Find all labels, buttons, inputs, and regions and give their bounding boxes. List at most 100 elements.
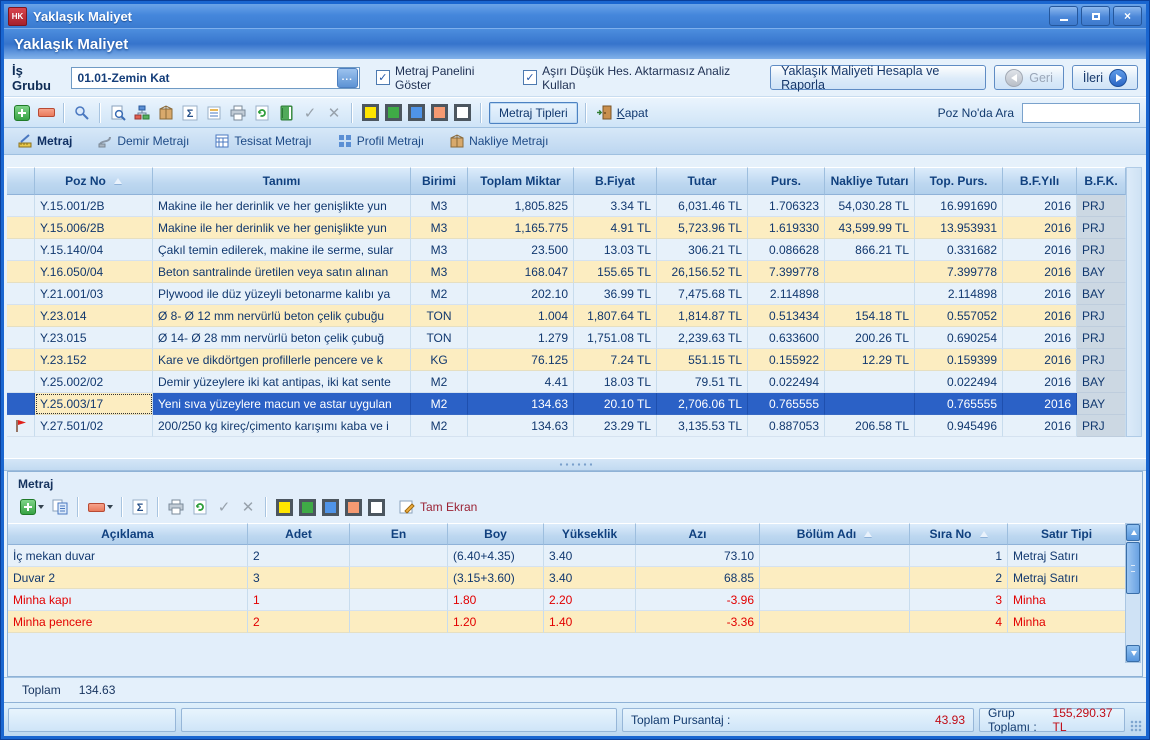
row-selector-cell[interactable] [7,349,35,371]
grid-cell[interactable]: Makine ile her derinlik ve her genişlikt… [153,195,411,217]
grid-cell[interactable]: PRJ [1077,239,1126,261]
grid-cell[interactable]: PRJ [1077,305,1126,327]
grid-cell[interactable]: 1.279 [468,327,574,349]
grid-cell[interactable]: M3 [411,239,468,261]
grid-cell[interactable] [825,371,915,393]
grid-cell[interactable]: 154.18 TL [825,305,915,327]
grid-cell[interactable]: 2016 [1003,415,1077,437]
grid-header-cell[interactable]: Tutar [657,167,748,195]
tab-tesisat-metraji[interactable]: Tesisat Metrajı [215,134,311,148]
grid-cell[interactable]: 1,751.08 TL [574,327,657,349]
grid-cell[interactable]: 7.24 TL [574,349,657,371]
grid-cell[interactable]: 0.765555 [915,393,1003,415]
grid-header-cell[interactable]: Yükseklik [544,523,636,545]
grid-cell[interactable]: Y.23.014 [35,305,153,327]
grid-cell[interactable]: PRJ [1077,349,1126,371]
grid-cell[interactable]: 1,807.64 TL [574,305,657,327]
grid-cell[interactable]: -3.36 [636,611,760,633]
tab-profil-metraji[interactable]: Profil Metrajı [338,134,424,148]
notebook-button[interactable] [274,101,298,125]
hesapla-raporla-button[interactable]: Yaklaşık Maliyeti Hesapla ve Raporla [770,65,986,90]
grid-cell[interactable]: 1.619330 [748,217,825,239]
grid-cell[interactable]: 0.690254 [915,327,1003,349]
grid-cell[interactable]: 6,031.46 TL [657,195,748,217]
grid-cell[interactable]: Kare ve dikdörtgen profillerle pencere v… [153,349,411,371]
grid-cell[interactable]: Beton santralinde üretilen veya satın al… [153,261,411,283]
grid-cell[interactable]: PRJ [1077,217,1126,239]
grid-cell[interactable]: 2 [910,567,1008,589]
grid-header-cell[interactable]: Adet [248,523,350,545]
grid-cell[interactable]: 3.40 [544,567,636,589]
grid-header-cell[interactable]: B.Fiyat [574,167,657,195]
asiri-dusuk-checkbox[interactable]: ✓ Aşırı Düşük Hes. Aktarmasız Analiz Kul… [523,64,754,92]
poz-no-search-input[interactable] [1022,103,1140,123]
grid-cell[interactable] [350,567,448,589]
grid-header-cell[interactable]: Sıra No [910,523,1008,545]
grid-cell[interactable]: 551.15 TL [657,349,748,371]
grid-cell[interactable]: 0.159399 [915,349,1003,371]
grid-cell[interactable]: KG [411,349,468,371]
grid-cell[interactable]: BAY [1077,261,1126,283]
grid-cell[interactable]: Y.15.006/2B [35,217,153,239]
grid-header-cell[interactable]: B.F.K. [1077,167,1126,195]
table-row[interactable]: Y.21.001/03Plywood ile düz yüzeyli beton… [7,283,1126,305]
main-grid-scrollbar[interactable] [1126,167,1142,437]
grid-cell[interactable] [760,611,910,633]
grid-cell[interactable]: 200/250 kg kireç/çimento karışımı kaba v… [153,415,411,437]
grid-cell[interactable]: 5,723.96 TL [657,217,748,239]
row-selector-cell[interactable] [7,393,35,415]
metraj-tipleri-button[interactable]: Metraj Tipleri [489,102,578,124]
grid-cell[interactable]: (3.15+3.60) [448,567,544,589]
grid-cell[interactable]: 168.047 [468,261,574,283]
grid-cell[interactable]: 20.10 TL [574,393,657,415]
tab-nakliye-metraji[interactable]: Nakliye Metrajı [450,134,548,148]
grid-cell[interactable]: 1.20 [448,611,544,633]
add-row-button[interactable] [10,101,34,125]
grid-header-cell[interactable]: Toplam Miktar [468,167,574,195]
grid-cell[interactable]: 23.500 [468,239,574,261]
panel-splitter[interactable] [4,458,1146,471]
grid-cell[interactable]: 2 [248,545,350,567]
grid-header-cell[interactable]: Satır Tipi [1008,523,1126,545]
refresh-button[interactable] [250,101,274,125]
grid-header-cell[interactable] [7,167,35,195]
grid-header-cell[interactable]: Poz No [35,167,153,195]
grid-cell[interactable]: 134.63 [468,415,574,437]
grid-cell[interactable]: 68.85 [636,567,760,589]
grid-cell[interactable]: 73.10 [636,545,760,567]
grid-cell[interactable]: Y.16.050/04 [35,261,153,283]
grid-cell[interactable]: M3 [411,195,468,217]
grid-cell[interactable]: 1.004 [468,305,574,327]
combo-ellipsis-button[interactable]: ... [337,68,358,88]
table-row[interactable]: Minha kapı11.802.20-3.963Minha [8,589,1142,611]
color-swatch-button[interactable] [368,499,385,516]
grid-cell[interactable]: BAY [1077,371,1126,393]
grid-cell[interactable] [825,261,915,283]
grid-cell[interactable] [760,589,910,611]
maximize-button[interactable] [1081,6,1110,26]
grid-cell[interactable]: Ø 14- Ø 28 mm nervürlü beton çelik çubuğ [153,327,411,349]
grid-cell[interactable]: 0.022494 [748,371,825,393]
grid-cell[interactable]: 202.10 [468,283,574,305]
grid-cell[interactable] [760,567,910,589]
grid-cell[interactable]: Y.21.001/03 [35,283,153,305]
grid-cell[interactable]: 3,135.53 TL [657,415,748,437]
row-selector-cell[interactable] [7,371,35,393]
table-row[interactable]: Y.23.014Ø 8- Ø 12 mm nervürlü beton çeli… [7,305,1126,327]
color-swatch-button[interactable] [322,499,339,516]
grid-cell[interactable]: 2.20 [544,589,636,611]
grid-cell[interactable]: 12.29 TL [825,349,915,371]
table-row[interactable]: Y.23.152Kare ve dikdörtgen profillerle p… [7,349,1126,371]
scrollbar-track[interactable] [1126,595,1140,645]
grid-cell[interactable]: 0.086628 [748,239,825,261]
table-row[interactable]: Y.23.015Ø 14- Ø 28 mm nervürlü beton çel… [7,327,1126,349]
grid-cell[interactable]: 2016 [1003,261,1077,283]
apply-button[interactable]: ✓ [298,101,322,125]
grid-header-cell[interactable]: Azı [636,523,760,545]
grid-cell[interactable]: TON [411,305,468,327]
row-selector-cell[interactable] [7,305,35,327]
preview-button[interactable] [70,101,94,125]
grid-cell[interactable]: 2,239.63 TL [657,327,748,349]
delete-row-button[interactable] [34,101,58,125]
grid-cell[interactable]: 2016 [1003,195,1077,217]
